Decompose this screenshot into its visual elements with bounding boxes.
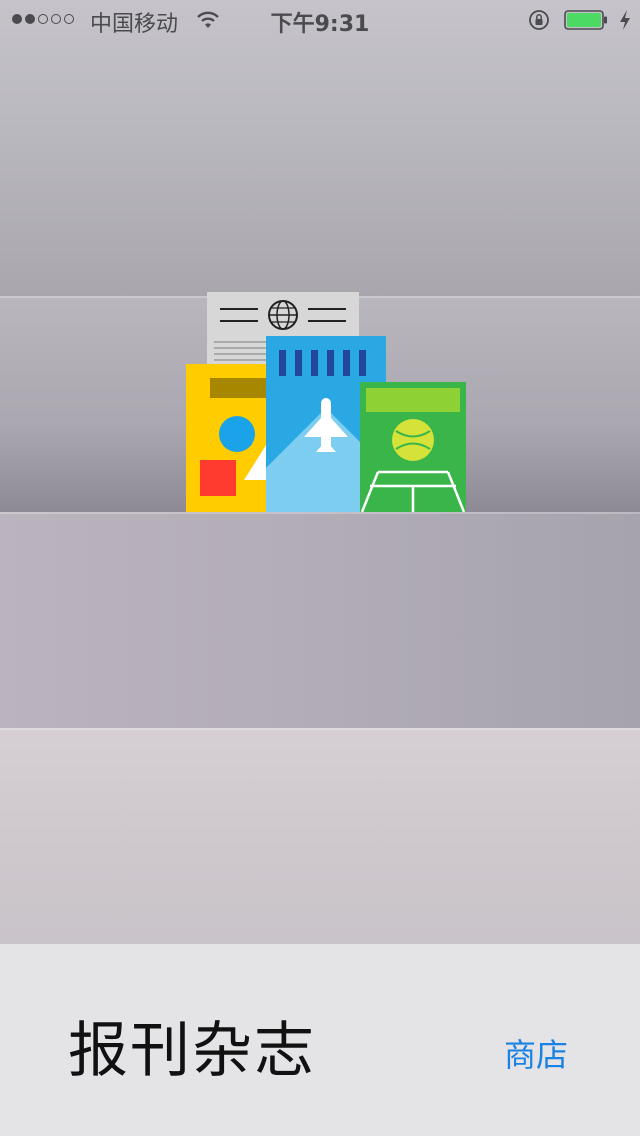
shelf-divider	[0, 728, 640, 730]
battery-icon	[564, 10, 607, 30]
newsstand-magazines-icon[interactable]	[186, 292, 466, 512]
rotation-lock-icon	[529, 10, 549, 30]
status-bar: 中国移动 下午9:31	[0, 0, 640, 40]
shelf-row-3	[0, 512, 640, 728]
store-button[interactable]: 商店	[504, 1030, 568, 1076]
shelf-divider	[0, 512, 640, 514]
page-title: 报刊杂志	[68, 1016, 316, 1086]
shelf-row-4	[0, 728, 640, 944]
yellow-magazine-icon	[186, 364, 268, 512]
charging-bolt-icon	[620, 10, 630, 30]
sports-magazine-icon	[360, 382, 466, 512]
shelf-row-1	[0, 0, 640, 296]
